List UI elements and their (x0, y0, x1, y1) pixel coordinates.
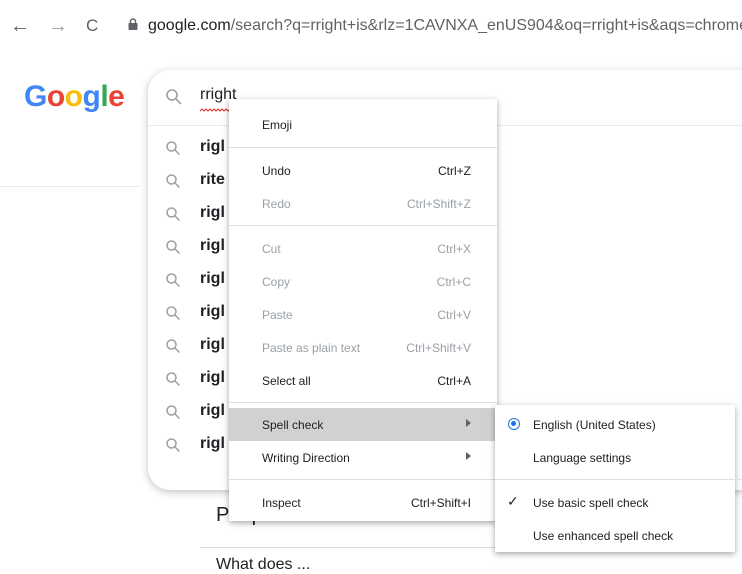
radio-selected-icon (508, 418, 520, 430)
forward-arrow-icon[interactable]: → (48, 14, 68, 38)
url-field[interactable]: google.com/search?q=rright+is&rlz=1CAVNX… (148, 17, 742, 35)
logo-letter: o (64, 80, 83, 113)
url-host: google.com (148, 17, 231, 34)
menu-item-cut[interactable]: Cut Ctrl+X (229, 232, 497, 265)
spell-check-submenu: English (United States) Language setting… (495, 405, 742, 552)
menu-item-emoji[interactable]: Emoji (229, 108, 497, 141)
paa-question[interactable]: What does ... (216, 556, 310, 574)
search-icon (166, 438, 181, 453)
menu-label: Emoji (262, 118, 293, 132)
suggestion-text: rigl (200, 435, 225, 452)
menu-item-writing-direction[interactable]: Writing Direction (229, 441, 497, 474)
header-divider (0, 186, 140, 187)
checkmark-icon: ✓ (507, 493, 519, 509)
menu-item-paste[interactable]: Paste Ctrl+V (229, 298, 497, 331)
search-icon (166, 174, 181, 189)
menu-label: Writing Direction (262, 451, 350, 465)
suggestion-text: rigl (200, 237, 225, 254)
menu-item-english-us[interactable]: English (United States) (495, 408, 735, 441)
back-arrow-icon[interactable]: ← (10, 14, 30, 38)
menu-label: Use basic spell check (533, 496, 649, 510)
menu-item-language-settings[interactable]: Language settings (495, 441, 735, 474)
search-icon (166, 405, 181, 420)
menu-separator (229, 147, 497, 148)
menu-item-copy[interactable]: Copy Ctrl+C (229, 265, 497, 298)
google-logo[interactable]: Google (24, 80, 125, 114)
menu-label: Spell check (262, 418, 324, 432)
menu-item-paste-plain[interactable]: Paste as plain text Ctrl+Shift+V (229, 331, 497, 364)
suggestion-text: rigl (200, 138, 225, 155)
search-icon (166, 372, 181, 387)
menu-item-enhanced-spell-check[interactable]: Use enhanced spell check (495, 519, 735, 552)
search-icon (166, 240, 181, 255)
menu-label: Paste as plain text (262, 341, 361, 355)
menu-separator (229, 479, 497, 480)
menu-item-redo[interactable]: Redo Ctrl+Shift+Z (229, 187, 497, 220)
reload-icon[interactable]: C (86, 14, 98, 38)
menu-item-undo[interactable]: Undo Ctrl+Z (229, 154, 497, 187)
menu-separator (495, 479, 742, 480)
logo-letter: e (108, 80, 125, 113)
menu-item-inspect[interactable]: Inspect Ctrl+Shift+I (229, 486, 497, 519)
suggestion-text: rigl (200, 303, 225, 320)
menu-separator (229, 402, 497, 403)
menu-shortcut: Ctrl+Shift+Z (406, 197, 471, 211)
menu-label: Use enhanced spell check (533, 529, 674, 543)
menu-label: English (United States) (533, 418, 656, 432)
suggestion-text: rigl (200, 270, 225, 287)
menu-label: Paste (262, 308, 293, 322)
menu-shortcut: Ctrl+A (437, 374, 471, 388)
search-icon (166, 141, 181, 156)
menu-item-spell-check[interactable]: Spell check (229, 408, 497, 441)
address-bar: ← → C google.com/search?q=rright+is&rlz=… (0, 0, 742, 56)
lock-icon[interactable] (128, 18, 138, 30)
menu-item-basic-spell-check[interactable]: ✓ Use basic spell check (495, 486, 735, 519)
menu-label: Cut (262, 242, 281, 256)
suggestion-text: rigl (200, 204, 225, 221)
menu-shortcut: Ctrl+Z (438, 164, 471, 178)
search-icon (166, 306, 181, 321)
menu-label: Undo (262, 164, 291, 178)
suggestion-text: rigl (200, 402, 225, 419)
search-icon (166, 89, 182, 105)
menu-label: Redo (262, 197, 291, 211)
search-icon (166, 207, 181, 222)
suggestion-text: rigl (200, 336, 225, 353)
context-menu: Emoji Undo Ctrl+Z Redo Ctrl+Shift+Z Cut … (229, 99, 497, 521)
search-icon (166, 273, 181, 288)
menu-item-select-all[interactable]: Select all Ctrl+A (229, 364, 497, 397)
menu-label: Inspect (262, 496, 301, 510)
logo-letter: G (24, 80, 47, 113)
menu-separator (229, 225, 497, 226)
logo-letter: g (82, 80, 101, 113)
suggestion-text: rite (200, 171, 225, 188)
url-path: /search?q=rright+is&rlz=1CAVNXA_enUS904&… (230, 17, 742, 34)
logo-letter: l (100, 80, 109, 113)
menu-shortcut: Ctrl+Shift+I (410, 496, 471, 510)
spelling-underline (200, 108, 232, 112)
submenu-arrow-icon (466, 419, 471, 427)
suggestion-text: rigl (200, 369, 225, 386)
menu-shortcut: Ctrl+V (437, 308, 471, 322)
menu-shortcut: Ctrl+C (436, 275, 471, 289)
paa-divider (200, 547, 520, 548)
menu-label: Language settings (533, 451, 632, 465)
search-icon (166, 339, 181, 354)
logo-letter: o (46, 80, 65, 113)
menu-shortcut: Ctrl+X (437, 242, 471, 256)
submenu-arrow-icon (466, 452, 471, 460)
menu-shortcut: Ctrl+Shift+V (406, 341, 471, 355)
menu-label: Copy (262, 275, 291, 289)
menu-label: Select all (262, 374, 311, 388)
